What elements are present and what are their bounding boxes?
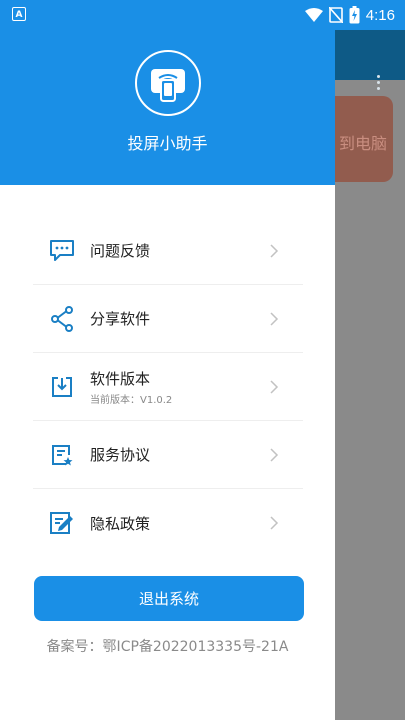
chevron-right-icon: [270, 379, 279, 394]
drawer-menu: 问题反馈 分享软件 软件版本 当前版本：V1.0.2 服务协议 隐私政策: [33, 217, 303, 557]
menu-item-label: 软件版本: [90, 369, 151, 388]
menu-item-version[interactable]: 软件版本 当前版本：V1.0.2: [33, 353, 303, 421]
menu-item-label: 隐私政策: [90, 514, 151, 533]
privacy-icon: [48, 509, 76, 537]
chevron-right-icon: [270, 311, 279, 326]
status-time: 4:16: [365, 6, 395, 24]
version-subtitle: 当前版本：V1.0.2: [90, 394, 173, 406]
menu-item-label: 服务协议: [90, 446, 151, 464]
app-name: 投屏小助手: [127, 134, 208, 153]
app-logo: [135, 50, 201, 116]
menu-item-agreement[interactable]: 服务协议: [33, 421, 303, 489]
battery-charging-icon: [349, 6, 360, 24]
download-icon: [48, 373, 76, 401]
menu-item-label: 分享软件: [90, 310, 151, 328]
status-icons: 4:16: [304, 4, 395, 26]
icp-record-text: 备案号：鄂ICP备2022013335号-21A: [46, 639, 289, 655]
feedback-icon: [48, 237, 76, 265]
chevron-right-icon: [270, 516, 279, 530]
chevron-right-icon: [270, 447, 279, 462]
cast-phone-icon: [151, 69, 185, 102]
share-icon: [48, 305, 76, 333]
no-signal-icon: [328, 7, 343, 23]
more-vert-icon: [377, 75, 381, 95]
status-bar: A 4:16: [0, 0, 405, 30]
agreement-icon: [48, 441, 76, 469]
menu-item-label: 问题反馈: [90, 242, 151, 260]
menu-item-feedback[interactable]: 问题反馈: [33, 217, 303, 285]
app-indicator-icon: A: [12, 7, 26, 21]
wifi-icon: [304, 8, 323, 22]
chevron-right-icon: [270, 243, 279, 258]
navigation-drawer: 投屏小助手 问题反馈 分享软件 软件版本 当前版本：V1.0.2 服务协议 隐私…: [0, 0, 335, 720]
logout-button[interactable]: 退出系统: [34, 576, 304, 621]
menu-item-share[interactable]: 分享软件: [33, 285, 303, 353]
menu-item-privacy[interactable]: 隐私政策: [33, 489, 303, 557]
background-app-bar: [335, 30, 405, 90]
background-card-text: 到电脑: [338, 134, 387, 153]
